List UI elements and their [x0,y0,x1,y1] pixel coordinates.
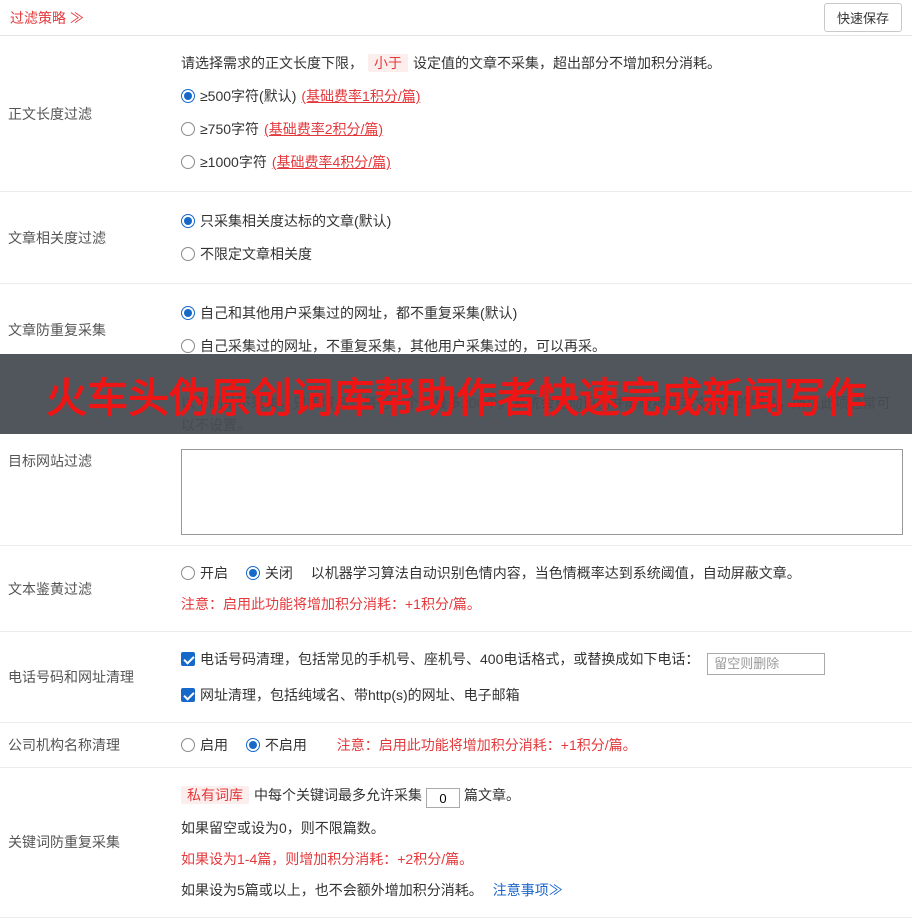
row-label-relevance: 文章相关度过滤 [0,192,178,283]
company-option-off[interactable]: 不启用 [246,734,307,756]
row-label-company: 公司机构名称清理 [0,723,178,767]
phone-cleanup-checkbox[interactable]: 电话号码清理，包括常见的手机号、座机号、400电话格式，或替换成如下电话： [181,651,703,667]
row-label-porn: 文本鉴黄过滤 [0,546,178,631]
porn-option-off[interactable]: 关闭 [246,562,293,584]
option-label: 自己采集过的网址，不重复采集，其他用户采集过的，可以再采。 [200,338,606,354]
porn-desc: 以机器学习算法自动识别色情内容，当色情概率达到系统阈值，自动屏蔽文章。 [311,565,801,581]
keyword-count-input[interactable] [426,788,460,808]
dedup-option-all-users[interactable]: 自己和其他用户采集过的网址，都不重复采集(默认) [181,302,902,324]
option-label: 只采集相关度达标的文章(默认) [200,213,391,229]
radio-icon[interactable] [246,738,260,752]
keyword-line1-end: 篇文章。 [464,787,520,803]
url-cleanup-label: 网址清理，包括纯域名、带http(s)的网址、电子邮箱 [200,687,520,703]
watermark-text: 火车头伪原创词库帮助作者快速完成新闻写作 [46,364,866,424]
page-title[interactable]: 过滤策略 ≫ [10,8,84,28]
option-label: 开启 [200,565,228,581]
site-filter-textarea[interactable] [181,449,903,535]
option-label: ≥500字符(默认) [200,88,296,104]
row-relevance-filter: 文章相关度过滤 只采集相关度达标的文章(默认) 不限定文章相关度 [0,192,912,284]
notice-link[interactable]: 注意事项≫ [493,882,563,898]
row-phone-url-cleanup: 电话号码和网址清理 电话号码清理，包括常见的手机号、座机号、400电话格式，或替… [0,632,912,723]
radio-icon[interactable] [181,306,195,320]
radio-icon[interactable] [181,122,195,136]
row-keyword-dedup: 关键词防重复采集 私有词库中每个关键词最多允许采集 篇文章。 如果留空或设为0，则… [0,768,912,918]
length-intro-after: 设定值的文章不采集，超出部分不增加积分消耗。 [413,55,721,71]
option-label: 不限定文章相关度 [200,246,312,262]
checkbox-icon[interactable] [181,688,195,702]
keyword-note-1-4: 如果设为1-4篇，则增加积分消耗：+2积分/篇。 [181,848,902,870]
length-intro: 请选择需求的正文长度下限， 小于设定值的文章不采集，超出部分不增加积分消耗。 [181,52,902,74]
relevance-option-strict[interactable]: 只采集相关度达标的文章(默认) [181,210,902,232]
keyword-line1-mid: 中每个关键词最多允许采集 [254,787,422,803]
radio-icon[interactable] [181,247,195,261]
length-option-750[interactable]: ≥750字符 (基础费率2积分/篇) [181,118,902,140]
radio-icon[interactable] [181,738,195,752]
toolbar: 过滤策略 ≫ 快速保存 [0,0,912,36]
row-porn-filter: 文本鉴黄过滤 开启 关闭 以机器学习算法自动识别色情内容，当色情概率达到系统阈值… [0,546,912,632]
porn-option-on[interactable]: 开启 [181,562,228,584]
option-fee: (基础费率1积分/篇) [301,88,420,104]
radio-icon[interactable] [246,566,260,580]
keyword-note-5plus: 如果设为5篇或以上，也不会额外增加积分消耗。 [181,882,483,898]
radio-icon[interactable] [181,339,195,353]
radio-icon[interactable] [181,566,195,580]
row-label-keyword: 关键词防重复采集 [0,768,178,918]
option-label: 关闭 [265,565,293,581]
replacement-phone-input[interactable] [707,653,825,675]
option-label: ≥1000字符 [200,154,267,170]
length-option-1000[interactable]: ≥1000字符 (基础费率4积分/篇) [181,151,902,173]
row-label-body-length: 正文长度过滤 [0,36,178,191]
row-label-phone-url: 电话号码和网址清理 [0,632,178,722]
watermark-banner: 火车头伪原创词库帮助作者快速完成新闻写作 [0,354,912,434]
option-label: 不启用 [265,737,307,753]
company-option-on[interactable]: 启用 [181,734,228,756]
length-option-500[interactable]: ≥500字符(默认) (基础费率1积分/篇) [181,85,902,107]
quick-save-button[interactable]: 快速保存 [824,3,902,32]
option-label: ≥750字符 [200,121,259,137]
url-cleanup-checkbox[interactable]: 网址清理，包括纯域名、带http(s)的网址、电子邮箱 [181,687,520,703]
option-fee: (基础费率2积分/篇) [264,121,383,137]
private-thesaurus-tag[interactable]: 私有词库 [181,786,249,804]
phone-cleanup-label: 电话号码清理，包括常见的手机号、座机号、400电话格式，或替换成如下电话： [200,651,699,667]
radio-icon[interactable] [181,214,195,228]
less-than-tag: 小于 [368,54,408,72]
row-body-length-filter: 正文长度过滤 请选择需求的正文长度下限， 小于设定值的文章不采集，超出部分不增加积… [0,36,912,192]
company-note: 注意：启用此功能将增加积分消耗：+1积分/篇。 [337,737,637,753]
option-fee: (基础费率4积分/篇) [272,154,391,170]
row-company-cleanup: 公司机构名称清理 启用 不启用 注意：启用此功能将增加积分消耗：+1积分/篇。 [0,723,912,768]
relevance-option-any[interactable]: 不限定文章相关度 [181,243,902,265]
option-label: 启用 [200,737,228,753]
porn-note: 注意：启用此功能将增加积分消耗：+1积分/篇。 [181,593,902,615]
keyword-note-zero: 如果留空或设为0，则不限篇数。 [181,817,902,839]
radio-icon[interactable] [181,155,195,169]
option-label: 自己和其他用户采集过的网址，都不重复采集(默认) [200,305,517,321]
radio-icon[interactable] [181,89,195,103]
checkbox-icon[interactable] [181,652,195,666]
length-intro-before: 请选择需求的正文长度下限， [181,55,363,71]
